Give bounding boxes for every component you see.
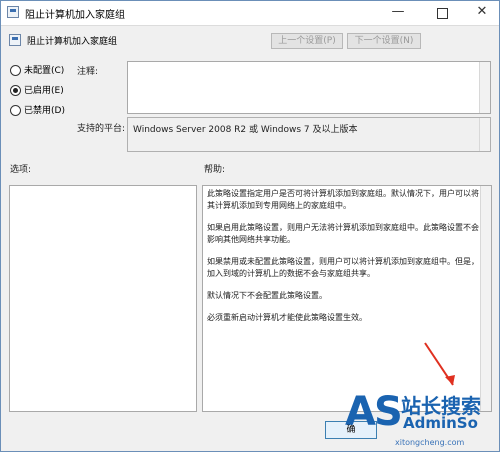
policy-icon — [7, 6, 19, 18]
radio-circle[interactable] — [10, 85, 21, 96]
platform-label: 支持的平台: — [77, 124, 126, 134]
radio-label: 未配置(C) — [24, 66, 65, 76]
minimize-button[interactable]: — — [381, 1, 415, 25]
watermark: AS 站长搜索 AdminSo xitongcheng.com — [345, 388, 495, 450]
comment-field[interactable] — [127, 61, 491, 114]
comment-scrollbar[interactable] — [479, 62, 490, 113]
help-paragraph: 必须重新启动计算机才能使此策略设置生效。 — [207, 313, 367, 322]
comment-label: 注释: — [77, 67, 99, 77]
help-paragraph: 此策略设置指定用户是否可将计算机添加到家庭组。默认情况下，用户可以将其计算机添加… — [207, 189, 479, 210]
options-panel — [9, 185, 197, 412]
platform-field: Windows Server 2008 R2 或 Windows 7 及以上版本 — [127, 117, 491, 152]
watermark-brand: AdminSo — [403, 414, 478, 432]
maximize-button[interactable] — [425, 1, 459, 25]
previous-setting-button[interactable]: 上一个设置(P) — [271, 33, 343, 49]
policy-setting-icon — [9, 34, 21, 46]
maximize-icon — [436, 8, 448, 19]
help-label: 帮助: — [204, 165, 226, 175]
next-setting-button[interactable]: 下一个设置(N) — [347, 33, 421, 49]
close-button[interactable]: ✕ — [465, 1, 499, 25]
options-label: 选项: — [10, 165, 32, 175]
policy-header: 阻止计算机加入家庭组 上一个设置(P) 下一个设置(N) — [1, 26, 499, 54]
platform-value: Windows Server 2008 R2 或 Windows 7 及以上版本 — [133, 125, 358, 135]
radio-disabled[interactable]: 已禁用(D) — [10, 104, 65, 118]
radio-circle[interactable] — [10, 65, 21, 76]
watermark-logo: AS — [345, 389, 403, 435]
arrow-annotation — [424, 342, 455, 386]
radio-enabled[interactable]: 已启用(E) — [10, 84, 64, 98]
radio-not-configured[interactable]: 未配置(C) — [10, 64, 64, 78]
watermark-url: xitongcheng.com — [395, 438, 465, 447]
help-scrollbar[interactable] — [480, 186, 491, 411]
policy-title: 阻止计算机加入家庭组 — [27, 37, 118, 47]
policy-dialog: 阻止计算机加入家庭组 — ✕ 阻止计算机加入家庭组 上一个设置(P) 下一个设置… — [0, 0, 500, 452]
help-paragraph: 如果启用此策略设置，则用户无法将计算机添加到家庭组中。此策略设置不会影响其他网络… — [207, 223, 479, 244]
radio-circle[interactable] — [10, 105, 21, 116]
platform-scrollbar[interactable] — [479, 118, 490, 151]
radio-label: 已禁用(D) — [24, 106, 65, 116]
window-title: 阻止计算机加入家庭组 — [25, 10, 125, 21]
title-bar: 阻止计算机加入家庭组 — ✕ — [1, 1, 499, 26]
radio-label: 已启用(E) — [24, 86, 64, 96]
help-paragraph: 默认情况下不会配置此策略设置。 — [207, 291, 327, 300]
help-paragraph: 如果禁用或未配置此策略设置，则用户可以将计算机添加到家庭组中。但是，加入到域的计… — [207, 257, 479, 278]
